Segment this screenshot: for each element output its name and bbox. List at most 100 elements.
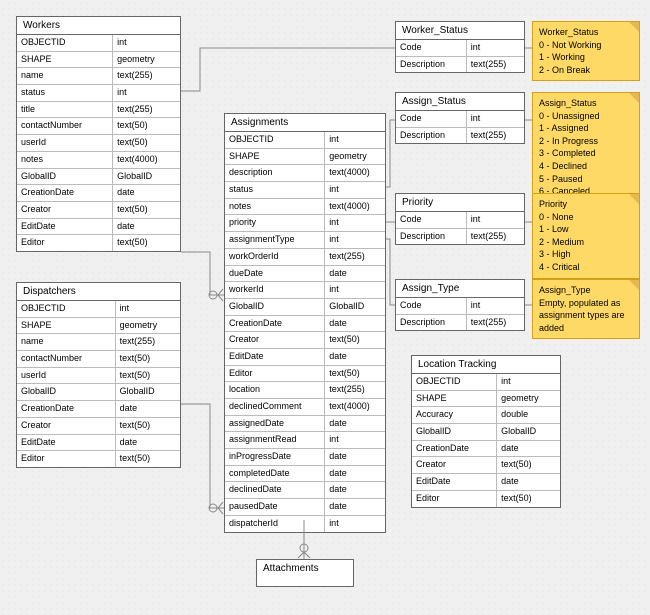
note-title: Worker_Status	[539, 27, 598, 37]
table-row: Codeint	[396, 212, 524, 228]
table-cell: int	[325, 215, 385, 232]
table-cell: OBJECTID	[225, 132, 325, 148]
table-cell: date	[497, 440, 560, 457]
table-cell: text(4000)	[325, 165, 385, 182]
table-row: Creatortext(50)	[17, 417, 180, 434]
table-cell: text(255)	[466, 127, 524, 143]
table-row: CreationDatedate	[225, 315, 385, 332]
table-row: OBJECTIDint	[17, 301, 180, 317]
table-cell: EditDate	[412, 474, 497, 491]
table-row: GlobalIDGlobalID	[412, 424, 560, 441]
entity-title: Attachments	[257, 560, 353, 577]
entity-columns: CodeintDescriptiontext(255)	[396, 298, 524, 330]
table-cell: SHAPE	[17, 51, 113, 68]
table-cell: userId	[17, 367, 115, 384]
entity-title: Worker_Status	[396, 22, 524, 40]
entity-columns: OBJECTIDintSHAPEgeometryAccuracydoubleGl…	[412, 374, 560, 507]
table-cell: Editor	[17, 451, 115, 467]
table-cell: location	[225, 382, 325, 399]
table-cell: dueDate	[225, 265, 325, 282]
table-cell: int	[113, 85, 180, 102]
table-cell: geometry	[115, 317, 180, 334]
table-cell: Code	[396, 298, 466, 314]
table-cell: completedDate	[225, 465, 325, 482]
table-row: Editortext(50)	[412, 490, 560, 506]
note-worker-status: Worker_Status 0 - Not Working1 - Working…	[532, 21, 640, 81]
table-row: SHAPEgeometry	[17, 317, 180, 334]
table-row: Codeint	[396, 111, 524, 127]
table-cell: pausedDate	[225, 499, 325, 516]
table-cell: declinedComment	[225, 399, 325, 416]
entity-columns: OBJECTIDintSHAPEgeometrynametext(255)con…	[17, 301, 180, 467]
entity-title: Priority	[396, 194, 524, 212]
table-cell: date	[325, 465, 385, 482]
table-cell: name	[17, 334, 115, 351]
table-cell: text(4000)	[325, 198, 385, 215]
table-cell: text(50)	[115, 417, 180, 434]
table-cell: assignmentRead	[225, 432, 325, 449]
table-cell: GlobalID	[497, 424, 560, 441]
entity-title: Assign_Type	[396, 280, 524, 298]
table-cell: Editor	[412, 490, 497, 506]
table-cell: date	[325, 348, 385, 365]
table-cell: Description	[396, 56, 466, 72]
table-row: inProgressDatedate	[225, 449, 385, 466]
entity-columns: CodeintDescriptiontext(255)	[396, 40, 524, 72]
note-assign-status: Assign_Status 0 - Unassigned1 - Assigned…	[532, 92, 640, 203]
table-row: statusint	[225, 182, 385, 199]
entity-title: Dispatchers	[17, 283, 180, 301]
table-cell: inProgressDate	[225, 449, 325, 466]
table-cell: status	[225, 182, 325, 199]
table-cell: CreationDate	[412, 440, 497, 457]
entity-title: Workers	[17, 17, 180, 35]
table-cell: int	[466, 40, 524, 56]
table-cell: text(4000)	[113, 151, 180, 168]
table-row: nametext(255)	[17, 68, 180, 85]
table-cell: text(255)	[466, 228, 524, 244]
table-row: Accuracydouble	[412, 407, 560, 424]
table-cell: text(50)	[113, 135, 180, 152]
note-assign-type: Assign_Type Empty, populated as assignme…	[532, 279, 640, 339]
table-cell: CreationDate	[225, 315, 325, 332]
table-row: Descriptiontext(255)	[396, 314, 524, 330]
table-cell: GlobalID	[17, 384, 115, 401]
table-cell: geometry	[497, 390, 560, 407]
entity-columns: CodeintDescriptiontext(255)	[396, 212, 524, 244]
entity-columns: OBJECTIDintSHAPEgeometrydescriptiontext(…	[225, 132, 385, 532]
table-cell: name	[17, 68, 113, 85]
table-cell: notes	[225, 198, 325, 215]
table-cell: text(50)	[115, 451, 180, 467]
table-row: GlobalIDGlobalID	[17, 384, 180, 401]
table-row: userIdtext(50)	[17, 367, 180, 384]
table-row: workOrderIdtext(255)	[225, 248, 385, 265]
table-cell: int	[113, 35, 180, 51]
table-cell: date	[325, 315, 385, 332]
table-row: CreationDatedate	[17, 401, 180, 418]
table-row: OBJECTIDint	[225, 132, 385, 148]
entity-location-tracking: Location Tracking OBJECTIDintSHAPEgeomet…	[411, 355, 561, 508]
table-cell: status	[17, 85, 113, 102]
table-cell: OBJECTID	[17, 35, 113, 51]
table-cell: workOrderId	[225, 248, 325, 265]
table-row: notestext(4000)	[225, 198, 385, 215]
table-cell: int	[497, 374, 560, 390]
table-cell: declinedDate	[225, 482, 325, 499]
table-cell: date	[325, 415, 385, 432]
table-row: contactNumbertext(50)	[17, 351, 180, 368]
entity-assign-type: Assign_Type CodeintDescriptiontext(255)	[395, 279, 525, 331]
table-cell: Description	[396, 314, 466, 330]
entity-columns: CodeintDescriptiontext(255)	[396, 111, 524, 143]
table-cell: OBJECTID	[412, 374, 497, 390]
table-cell: date	[325, 499, 385, 516]
table-cell: text(255)	[115, 334, 180, 351]
table-cell: int	[325, 182, 385, 199]
entity-assign-status: Assign_Status CodeintDescriptiontext(255…	[395, 92, 525, 144]
table-cell: dispatcherId	[225, 515, 325, 531]
table-cell: geometry	[325, 148, 385, 165]
table-cell: int	[325, 432, 385, 449]
table-row: assignmentTypeint	[225, 232, 385, 249]
table-row: GlobalIDGlobalID	[17, 168, 180, 185]
table-row: EditDatedate	[412, 474, 560, 491]
table-cell: SHAPE	[17, 317, 115, 334]
table-cell: Editor	[225, 365, 325, 382]
